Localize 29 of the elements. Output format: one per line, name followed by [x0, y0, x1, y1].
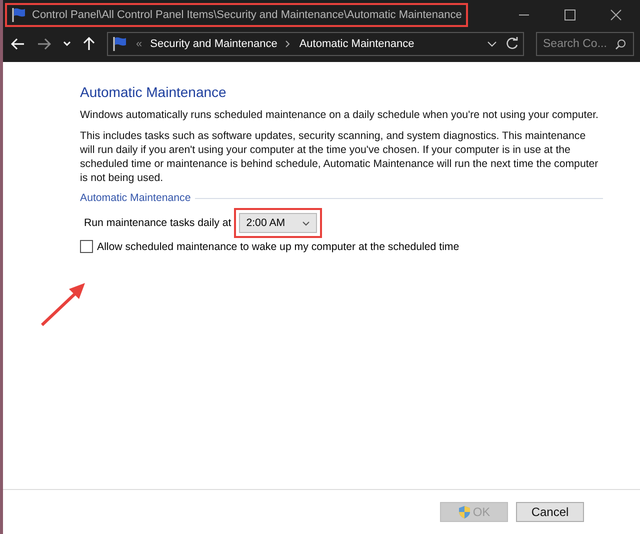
checkbox-label: Allow scheduled maintenance to wake up my computer at the scheduled time	[97, 240, 460, 252]
time-dropdown[interactable]: 2:00 AM	[239, 213, 318, 233]
chevron-down-icon	[302, 220, 310, 226]
group-title: Automatic Maintenance	[80, 192, 191, 204]
chevron-right-icon	[285, 40, 292, 48]
page-heading: Automatic Maintenance	[80, 84, 228, 100]
back-arrow-icon[interactable]	[11, 38, 25, 50]
dialog-button[interactable]: Cancel	[516, 502, 584, 522]
refresh-icon[interactable]	[505, 37, 519, 51]
time-label: Run maintenance tasks daily at	[84, 217, 232, 229]
shield-icon	[458, 505, 471, 519]
overflow-marker: «	[136, 38, 142, 50]
close-icon[interactable]	[610, 9, 622, 21]
forward-arrow-icon[interactable]	[37, 38, 51, 50]
address-field[interactable]: « Security and Maintenance Automatic Maintenance	[107, 32, 524, 56]
chevron-down-icon[interactable]	[487, 41, 497, 47]
search-input[interactable]: Search Co...	[541, 37, 615, 51]
breadcrumb-item[interactable]: Security and Maintenance	[150, 38, 278, 50]
description-text: This includes tasks such as software updates, security scanning, and system diagnostics. This maintenance will run daily if you aren't using your computer at the time you've chosen. If your computer is in use at the scheduled time or maintenance is behind schedule, Automatic Maintenance will run the next time the computer is not being used.	[80, 129, 600, 185]
search-icon	[615, 38, 626, 50]
description-text: Windows automatically runs scheduled maintenance on a daily schedule when you're not using your computer.	[80, 108, 600, 122]
flag-icon	[112, 36, 128, 52]
up-arrow-icon[interactable]	[83, 37, 95, 51]
checkbox[interactable]	[80, 240, 93, 253]
window-title: Control Panel\All Control Panel Items\Security and Maintenance\Automatic Maintenance	[32, 9, 462, 21]
flag-icon	[11, 7, 27, 23]
search-field[interactable]: Search Co...	[536, 32, 634, 56]
maximize-icon[interactable]	[564, 9, 576, 21]
breadcrumb-item[interactable]: Automatic Maintenance	[299, 38, 414, 50]
